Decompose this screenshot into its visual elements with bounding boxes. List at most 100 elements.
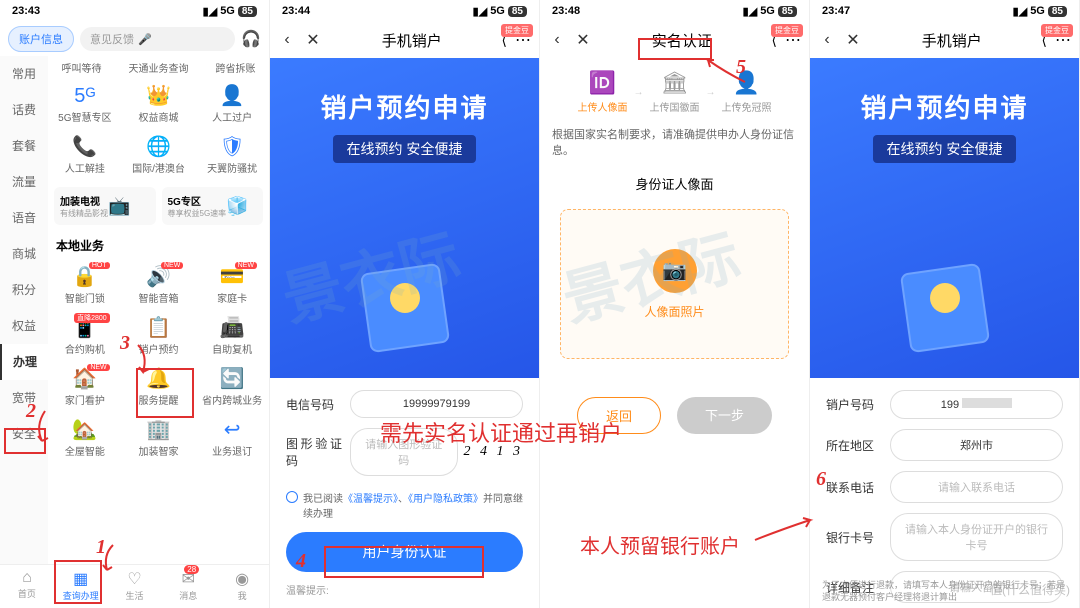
- top-link[interactable]: 天通业务查询: [129, 60, 189, 75]
- sidebar-item-7[interactable]: 权益: [0, 308, 48, 344]
- service-人工过户[interactable]: 👤人工过户: [195, 79, 269, 130]
- top-link[interactable]: 跨省拆账: [216, 60, 256, 75]
- hero-illustration: [335, 248, 475, 368]
- screen-3: 23:48 ▮◢5G85 提金豆 ‹ ✕ 实名认证 ⟨ ⋯ 🆔上传人像面→🏛上传…: [540, 0, 810, 608]
- link-privacy[interactable]: 《用户隐私政策》: [408, 494, 483, 505]
- corner-badge: 提金豆: [1041, 24, 1073, 37]
- feedback-input[interactable]: 意见反馈 🎤: [80, 27, 235, 51]
- header: ‹ ✕ 实名认证 ⟨ ⋯: [540, 22, 809, 58]
- back-icon[interactable]: ‹: [818, 31, 836, 49]
- signal-icon: ▮◢: [473, 5, 488, 18]
- screen-1: 23:43 ▮◢ 5G 85 账户信息 意见反馈 🎤 🎧 常用话费套餐流量语音商…: [0, 0, 270, 608]
- service-合约购机[interactable]: 直降2800📱合约购机: [48, 311, 122, 362]
- service-icon: 🏢: [122, 419, 196, 441]
- service-icon: 🏡: [48, 419, 122, 441]
- close-icon[interactable]: ✕: [574, 30, 592, 50]
- service-icon: 📞: [48, 136, 122, 158]
- support-icon[interactable]: 🎧: [241, 29, 261, 49]
- label-所在地区: 所在地区: [826, 437, 882, 454]
- auth-button[interactable]: 用户身份认证: [286, 532, 523, 572]
- sidebar-item-10[interactable]: 安全: [0, 416, 48, 452]
- service-服务提醒[interactable]: 🔔服务提醒: [122, 362, 196, 413]
- service-icon: 🌐: [122, 136, 196, 158]
- sidebar-item-6[interactable]: 积分: [0, 272, 48, 308]
- step-2: 👤上传免冠照: [722, 70, 772, 114]
- service-人工解挂[interactable]: 📞人工解挂: [48, 130, 122, 181]
- service-icon: 📋: [122, 317, 196, 339]
- sidebar-item-8[interactable]: 办理: [0, 344, 48, 380]
- input-所在地区[interactable]: 郑州市: [890, 429, 1063, 461]
- sidebar-item-9[interactable]: 宽带: [0, 380, 48, 416]
- input-phone[interactable]: 19999979199: [350, 390, 523, 418]
- header: ‹ ✕ 手机销户 ⟨ ⋯: [270, 22, 539, 58]
- mic-icon: 🎤: [138, 33, 152, 46]
- input-银行卡号[interactable]: 请输入本人身份证开户的银行卡号: [890, 513, 1063, 561]
- top-links: 呼叫等待 天通业务查询 跨省拆账: [48, 56, 269, 79]
- sidebar-item-1[interactable]: 话费: [0, 92, 48, 128]
- service-智能门锁[interactable]: HOT🔒智能门锁: [48, 260, 122, 311]
- agreement-row[interactable]: 我已阅读《温馨提示》、《用户隐私政策》并同意继续办理: [286, 486, 523, 524]
- hero-subtitle: 在线预约 安全便捷: [333, 135, 477, 163]
- promo-row: 加装电视有线精品影视 📺 5G专区尊享权益5G速率 🧊: [48, 181, 269, 231]
- nav-生活[interactable]: ♡生活: [108, 565, 162, 608]
- hero-banner: 销户预约申请 在线预约 安全便捷: [810, 58, 1079, 378]
- header: ‹ ✕ 手机销户 ⟨ ⋯: [810, 22, 1079, 58]
- service-天翼防骚扰[interactable]: 🛡天翼防骚扰: [195, 130, 269, 181]
- nav-消息[interactable]: ✉消息28: [161, 565, 215, 608]
- service-家门看护[interactable]: NEW🏠家门看护: [48, 362, 122, 413]
- service-智能音箱[interactable]: NEW🔊智能音箱: [122, 260, 196, 311]
- content-panel: 呼叫等待 天通业务查询 跨省拆账 5ᴳ5G智慧专区👑权益商城👤人工过户 📞人工解挂🌐国…: [48, 56, 269, 564]
- sidebar-item-0[interactable]: 常用: [0, 56, 48, 92]
- status-icons: ▮◢ 5G 85: [203, 5, 257, 18]
- promo-5g[interactable]: 5G专区尊享权益5G速率 🧊: [162, 187, 264, 225]
- sidebar-item-5[interactable]: 商城: [0, 236, 48, 272]
- hero-illustration: [875, 248, 1015, 368]
- back-icon[interactable]: ‹: [278, 31, 296, 49]
- hero-subtitle: 在线预约 安全便捷: [873, 135, 1017, 163]
- tab-account[interactable]: 账户信息: [8, 26, 74, 52]
- input-captcha[interactable]: 请输入图形验证码: [350, 428, 458, 476]
- captcha-image[interactable]: 2 4 1 3: [464, 444, 524, 460]
- top-link[interactable]: 呼叫等待: [62, 60, 102, 75]
- radio-agree[interactable]: [286, 491, 298, 503]
- service-全屋智能[interactable]: 🏡全屋智能: [48, 413, 122, 464]
- nav-查询办理[interactable]: ▦查询办理: [54, 565, 108, 608]
- sidebar-item-4[interactable]: 语音: [0, 200, 48, 236]
- label-captcha: 图形验证码: [286, 435, 342, 469]
- service-销户预约[interactable]: 📋销户预约: [122, 311, 196, 362]
- input-联系电话[interactable]: 请输入联系电话: [890, 471, 1063, 503]
- corner-badge: 提金豆: [501, 24, 533, 37]
- service-icon: 🔄: [195, 368, 269, 390]
- camera-icon: 📷: [653, 249, 697, 293]
- service-icon: 🔔: [122, 368, 196, 390]
- nav-首页[interactable]: ⌂首页: [0, 565, 54, 608]
- input-销户号码[interactable]: 199: [890, 390, 1063, 419]
- hero-title: 销户预约申请: [810, 58, 1079, 125]
- bottom-note: 为了方便进行退款，请填写本人身份证开户的银行卡号；若是退款无器预付客户经理将退计…: [822, 579, 1067, 604]
- upload-zone[interactable]: 📷 人像面照片: [560, 209, 789, 359]
- signal-icon: ▮◢: [1013, 5, 1028, 18]
- service-权益商城[interactable]: 👑权益商城: [122, 79, 196, 130]
- sidebar-item-2[interactable]: 套餐: [0, 128, 48, 164]
- sidebar-item-3[interactable]: 流量: [0, 164, 48, 200]
- service-5G智慧专区[interactable]: 5ᴳ5G智慧专区: [48, 79, 122, 130]
- status-bar: 23:47 ▮◢5G85: [810, 0, 1079, 22]
- back-icon[interactable]: ‹: [548, 31, 566, 49]
- service-加装智家[interactable]: 🏢加装智家: [122, 413, 196, 464]
- service-国际/港澳台[interactable]: 🌐国际/港澳台: [122, 130, 196, 181]
- promo-tv[interactable]: 加装电视有线精品影视 📺: [54, 187, 156, 225]
- service-icon: 📠: [195, 317, 269, 339]
- service-grid-1: 5ᴳ5G智慧专区👑权益商城👤人工过户 📞人工解挂🌐国际/港澳台🛡天翼防骚扰: [48, 79, 269, 181]
- service-业务退订[interactable]: ↩业务退订: [195, 413, 269, 464]
- service-家庭卡[interactable]: NEW💳家庭卡: [195, 260, 269, 311]
- service-grid-2: HOT🔒智能门锁NEW🔊智能音箱NEW💳家庭卡直降2800📱合约购机📋销户预约📠…: [48, 260, 269, 464]
- close-icon[interactable]: ✕: [304, 30, 322, 50]
- service-自助复机[interactable]: 📠自助复机: [195, 311, 269, 362]
- nav-我[interactable]: ◉我: [215, 565, 269, 608]
- close-icon[interactable]: ✕: [844, 30, 862, 50]
- service-省内跨城业务[interactable]: 🔄省内跨城业务: [195, 362, 269, 413]
- next-button[interactable]: 下一步: [677, 397, 772, 434]
- link-terms[interactable]: 《温馨提示》: [343, 494, 398, 505]
- hero-banner: 销户预约申请 在线预约 安全便捷: [270, 58, 539, 378]
- back-button[interactable]: 返回: [577, 397, 661, 434]
